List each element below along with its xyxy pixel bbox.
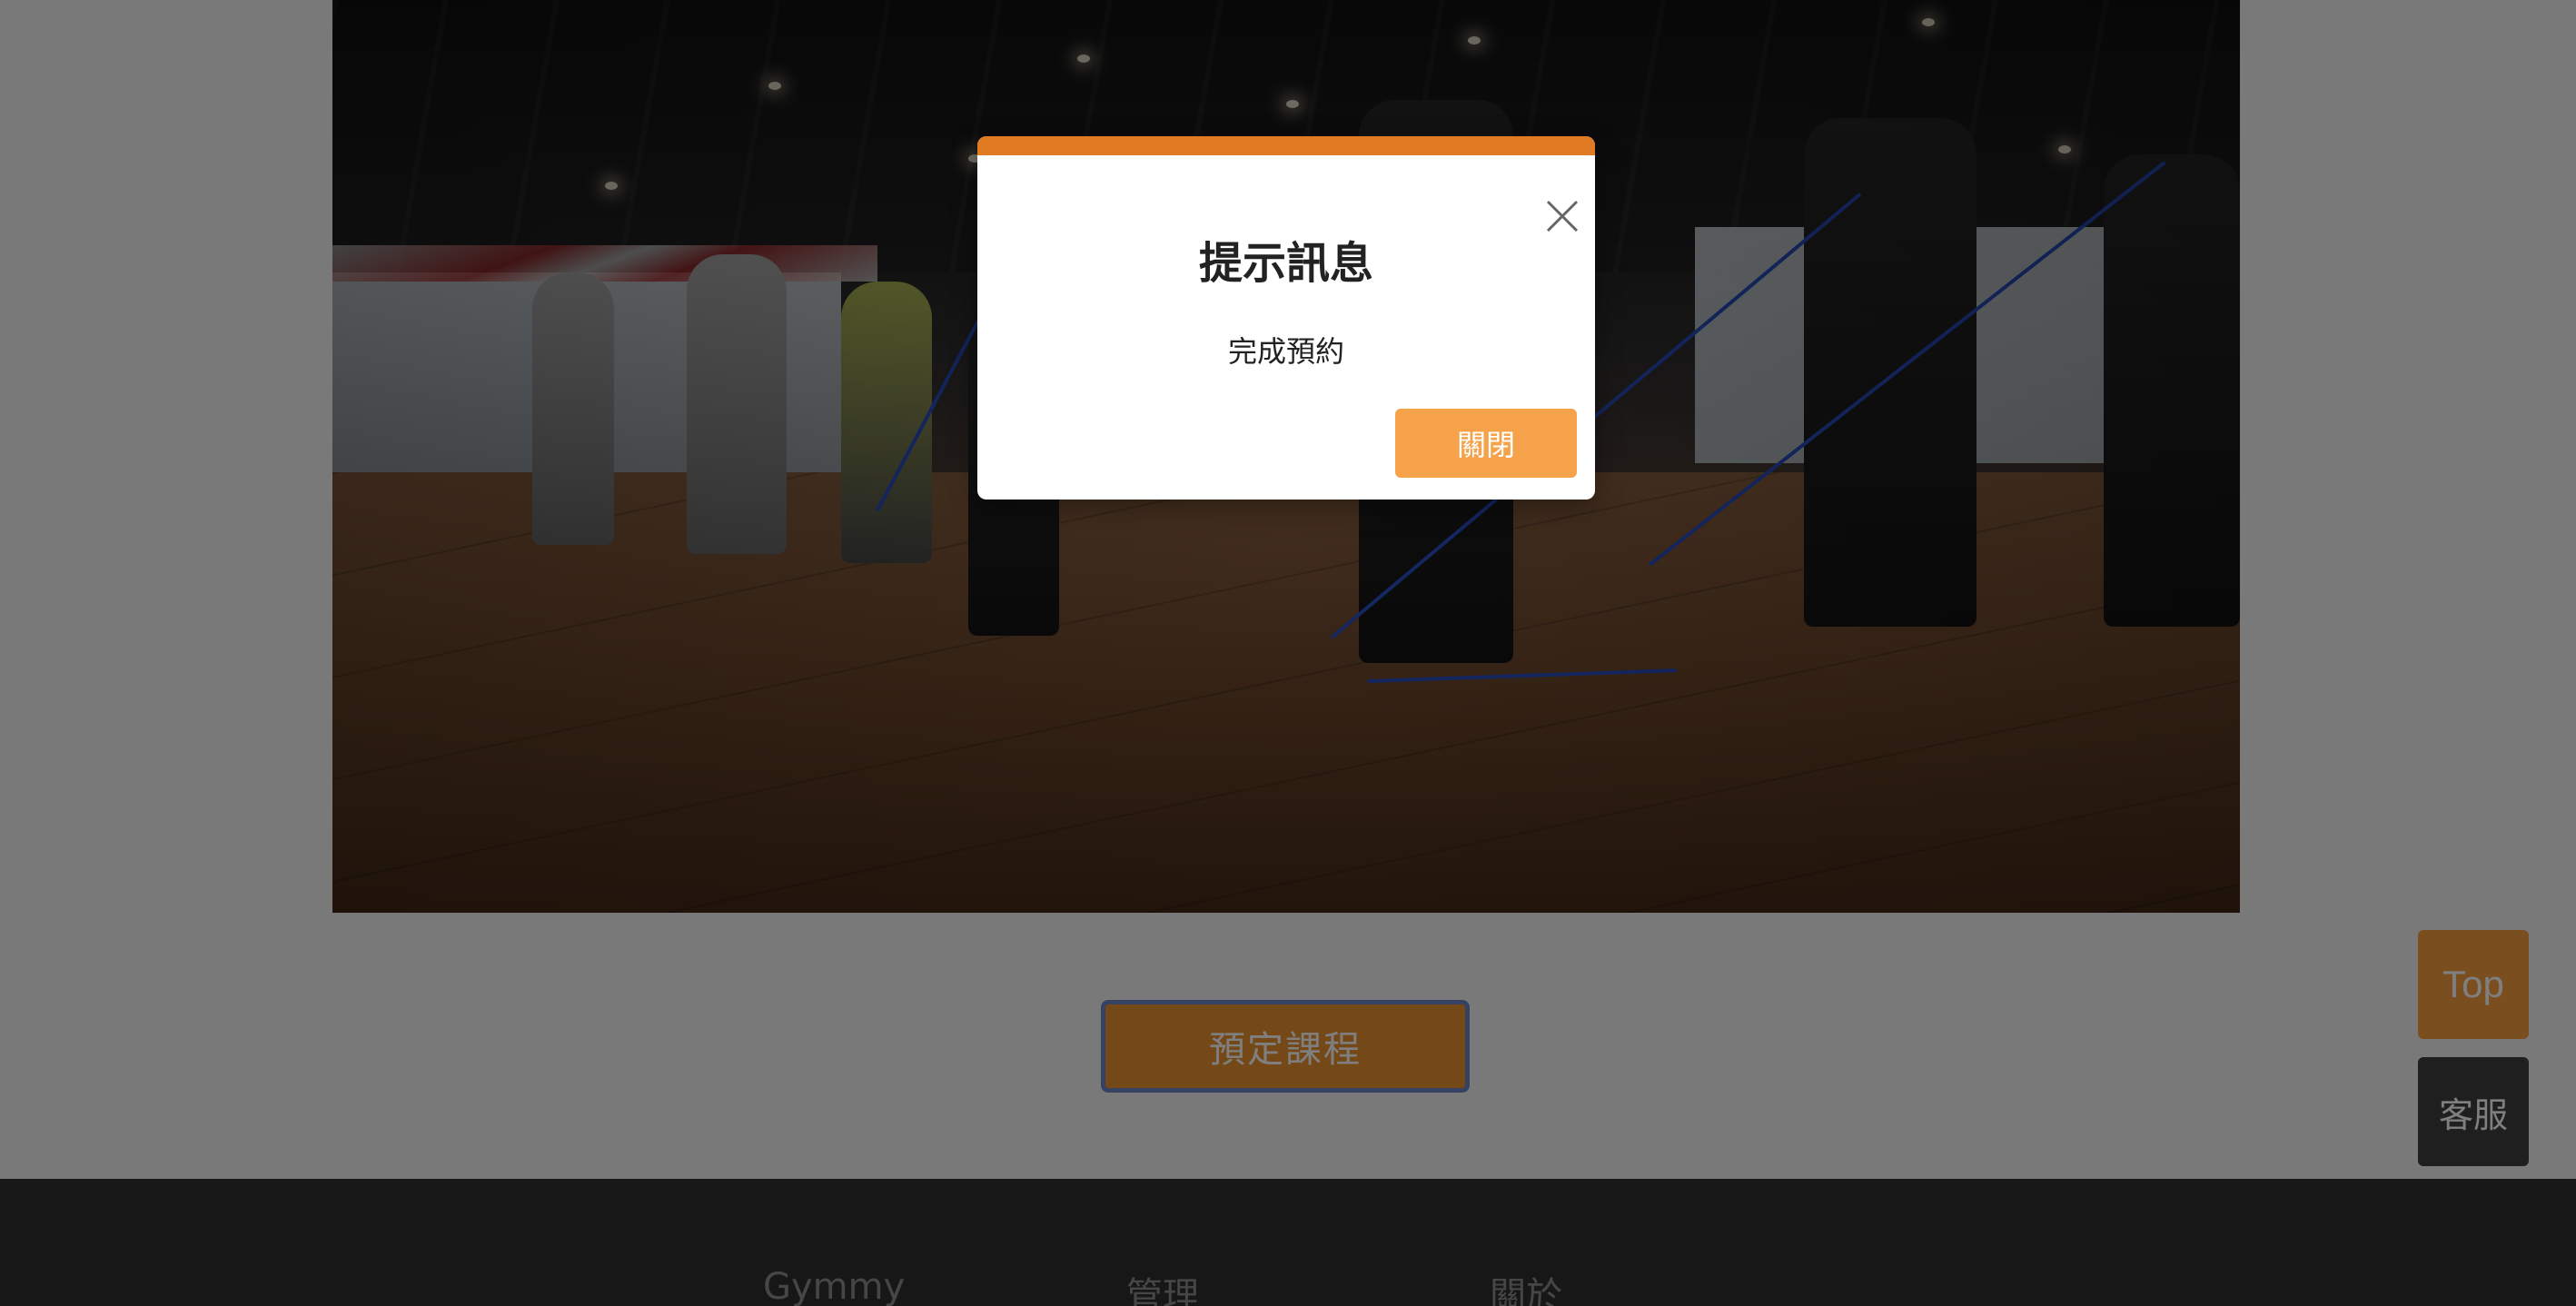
dialog-message: 完成預約: [1227, 334, 1344, 369]
dialog-accent-bar: [977, 136, 1595, 155]
dialog-close-button[interactable]: 關閉: [1395, 409, 1577, 478]
alert-dialog: 提示訊息 完成預約 關閉: [977, 136, 1595, 500]
dialog-title: 提示訊息: [1198, 238, 1373, 289]
